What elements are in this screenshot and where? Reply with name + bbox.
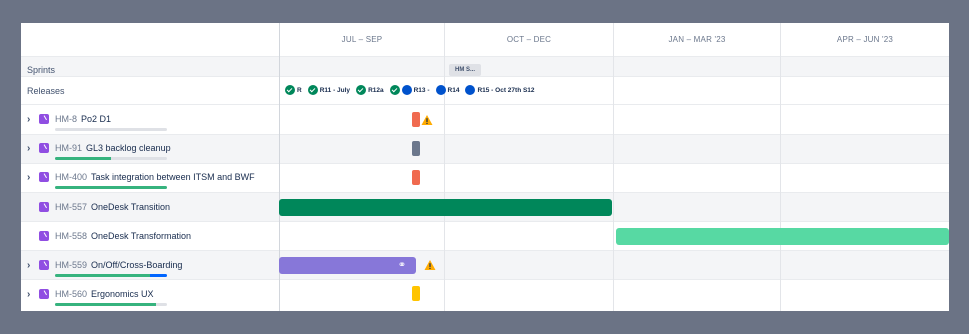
release-released-icon[interactable] [356,85,367,95]
sprint-chip[interactable]: HM S... [449,64,481,76]
quarter-header-q4: APR – JUN '23 [836,35,894,44]
quarter-divider [444,23,445,311]
progress-bar-hm91 [55,157,167,160]
issue-summary[interactable]: OneDesk Transformation [91,231,191,241]
release-released-icon[interactable] [389,85,400,95]
issue-key[interactable]: HM-8 [55,114,77,124]
sprints-label: Sprints [27,65,56,75]
chevron-right-icon[interactable]: › [27,289,39,300]
row-divider [21,104,949,105]
release-released-icon[interactable] [285,85,295,95]
timeline-bar-hm557[interactable] [279,199,612,216]
issue-row-hm560[interactable]: › HM-560 Ergonomics UX [27,284,154,304]
issue-key[interactable]: HM-557 [55,202,87,212]
epic-icon [39,289,49,299]
chevron-right-icon[interactable]: › [27,172,39,183]
issue-row-hm557[interactable]: › HM-557 OneDesk Transition [27,197,170,217]
releases-label: Releases [27,86,65,96]
release-label[interactable]: R15 - Oct 27th S12 [477,87,534,94]
release-released-icon[interactable] [307,85,318,95]
quarter-header-q3: JAN – MAR '23 [668,35,726,44]
chevron-right-icon[interactable]: › [27,260,39,271]
progress-done [55,186,167,189]
progress-bar-hm8 [55,128,167,131]
issue-summary[interactable]: Ergonomics UX [91,289,154,299]
issue-key[interactable]: HM-91 [55,143,82,153]
issue-summary[interactable]: OneDesk Transition [91,202,170,212]
row-divider [21,134,949,135]
release-unreleased-icon[interactable] [465,85,476,95]
epic-icon [39,114,49,124]
chevron-right-icon[interactable]: › [27,143,39,154]
issue-row-hm558[interactable]: › HM-558 OneDesk Transformation [27,226,191,246]
warning-icon[interactable] [421,114,433,126]
progress-bar-hm559 [55,274,167,277]
release-unreleased-icon[interactable] [401,85,412,95]
issue-row-hm91[interactable]: › HM-91 GL3 backlog cleanup [27,138,171,158]
quarter-divider [613,23,614,311]
issue-row-hm559[interactable]: › HM-559 On/Off/Cross-Boarding [27,255,182,275]
release-label[interactable]: R [297,87,302,94]
issue-key[interactable]: HM-560 [55,289,87,299]
release-unreleased-icon[interactable] [435,85,446,95]
progress-done [55,303,156,306]
epic-icon [39,202,49,212]
issue-row-hm400[interactable]: › HM-400 Task integration between ITSM a… [27,167,255,187]
timeline-bar-hm558[interactable] [616,228,949,245]
warning-icon[interactable] [424,259,436,271]
progress-done [55,274,151,277]
epic-icon [39,231,49,241]
row-divider [21,250,949,251]
issue-key[interactable]: HM-558 [55,231,87,241]
progress-bar-hm560 [55,303,167,306]
issue-row-hm8[interactable]: › HM-8 Po2 D1 [27,109,111,129]
quarter-divider [780,23,781,311]
progress-inprogress [150,274,167,277]
timeline-bar-hm8[interactable] [412,112,420,127]
epic-icon [39,143,49,153]
issue-summary[interactable]: On/Off/Cross-Boarding [91,260,182,270]
epic-icon [39,172,49,182]
timeline-bar-hm400[interactable] [412,170,420,185]
timeline-bar-hm91[interactable] [412,141,420,156]
release-label[interactable]: R12a [368,87,384,94]
chevron-right-icon[interactable]: › [27,114,39,125]
sprints-row-bg [21,56,949,76]
progress-done [55,157,111,160]
issue-summary[interactable]: Po2 D1 [81,114,111,124]
link-icon[interactable]: ⚭ [396,260,408,272]
roadmap-panel: JUL – SEP OCT – DEC JAN – MAR '23 APR – … [21,23,949,311]
row-divider [21,163,949,164]
row-divider [21,192,949,193]
issue-summary[interactable]: Task integration between ITSM and BWF [91,172,255,182]
row-divider [21,221,949,222]
issue-summary[interactable]: GL3 backlog cleanup [86,143,171,153]
timeline-bar-hm560[interactable] [412,286,420,301]
issue-key[interactable]: HM-559 [55,260,87,270]
release-label[interactable]: R13 - [414,87,430,94]
release-label[interactable]: R14 [448,87,460,94]
quarter-header-q2: OCT – DEC [506,35,552,44]
release-label[interactable]: R11 - July [320,87,350,94]
quarter-header-q1: JUL – SEP [341,35,383,44]
row-divider [21,76,949,77]
epic-icon [39,260,49,270]
row-divider [21,56,949,57]
progress-bar-hm400 [55,186,167,189]
issue-key[interactable]: HM-400 [55,172,87,182]
releases-track: R R11 - July R12a R13 - R14 R15 - Oct 27… [285,85,541,95]
row-divider [21,279,949,280]
